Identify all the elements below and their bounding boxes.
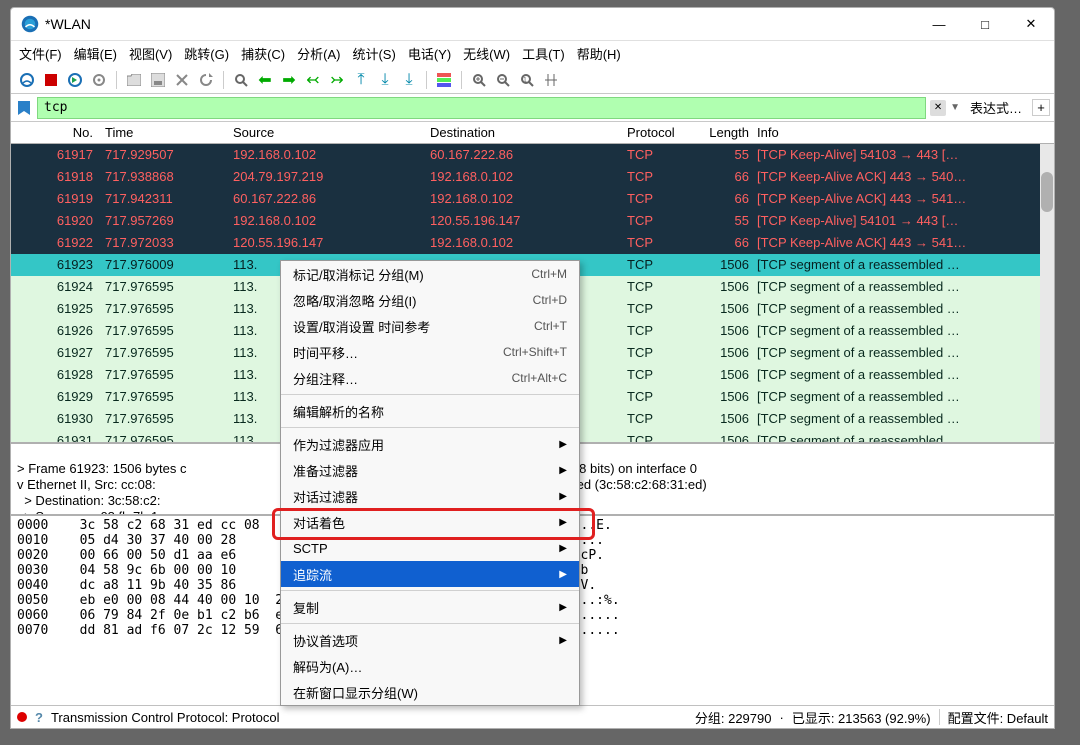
restart-capture-icon[interactable] (65, 70, 85, 90)
filter-clear-icon[interactable]: ✕ (930, 100, 946, 116)
status-left: Transmission Control Protocol: Protocol (51, 710, 687, 725)
go-prev-icon[interactable]: ⬅ (255, 70, 275, 90)
context-menu-item[interactable]: 编辑解析的名称 (281, 398, 579, 424)
zoom-in-icon[interactable] (469, 70, 489, 90)
auto-scroll-icon[interactable]: ⤓ (399, 70, 419, 90)
context-menu-item[interactable]: 追踪流▶ (281, 561, 579, 587)
colorize-icon[interactable] (434, 70, 454, 90)
col-source[interactable]: Source (229, 125, 426, 140)
context-menu-item[interactable]: 忽略/取消忽略 分组(I)Ctrl+D (281, 287, 579, 313)
packet-row[interactable]: 61917717.929507192.168.0.10260.167.222.8… (11, 144, 1054, 166)
expression-button[interactable]: 表达式… (964, 98, 1028, 117)
packet-row[interactable]: 61922717.972033120.55.196.147192.168.0.1… (11, 232, 1054, 254)
col-destination[interactable]: Destination (426, 125, 623, 140)
open-file-icon[interactable] (124, 70, 144, 90)
menu-item[interactable]: 无线(W) (463, 44, 510, 63)
col-info[interactable]: Info (753, 125, 1054, 140)
go-next-in-conv-icon[interactable]: ↣ (327, 70, 347, 90)
display-filter-input[interactable] (37, 97, 926, 119)
status-displayed: 已显示: 213563 (92.9%) (792, 708, 931, 727)
stop-capture-icon[interactable] (41, 70, 61, 90)
add-filter-button[interactable]: + (1032, 99, 1050, 116)
context-menu-item[interactable]: 解码为(A)… (281, 653, 579, 679)
context-menu-item[interactable]: 标记/取消标记 分组(M)Ctrl+M (281, 261, 579, 287)
packet-scrollbar[interactable] (1040, 144, 1054, 442)
maximize-button[interactable]: □ (962, 8, 1008, 40)
resize-columns-icon[interactable] (541, 70, 561, 90)
reload-icon[interactable] (196, 70, 216, 90)
context-menu-item[interactable]: 协议首选项▶ (281, 627, 579, 653)
filter-dropdown-icon[interactable]: ▼ (950, 102, 960, 113)
save-file-icon[interactable] (148, 70, 168, 90)
start-capture-icon[interactable] (17, 70, 37, 90)
zoom-out-icon[interactable] (493, 70, 513, 90)
col-time[interactable]: Time (101, 125, 229, 140)
menu-item[interactable]: 工具(T) (522, 44, 565, 63)
filter-bar: ✕ ▼ 表达式… + (11, 94, 1054, 122)
packet-list-header: No. Time Source Destination Protocol Len… (11, 122, 1054, 144)
packet-row[interactable]: 61918717.938868204.79.197.219192.168.0.1… (11, 166, 1054, 188)
context-menu-item[interactable]: 作为过滤器应用▶ (281, 431, 579, 457)
find-packet-icon[interactable] (231, 70, 251, 90)
context-menu-item[interactable]: 时间平移…Ctrl+Shift+T (281, 339, 579, 365)
col-protocol[interactable]: Protocol (623, 125, 698, 140)
minimize-button[interactable]: — (916, 8, 962, 40)
zoom-reset-icon[interactable]: 1 (517, 70, 537, 90)
context-menu-item[interactable]: 分组注释…Ctrl+Alt+C (281, 365, 579, 391)
context-menu-item[interactable]: 复制▶ (281, 594, 579, 620)
menu-item[interactable]: 文件(F) (19, 44, 62, 63)
svg-text:1: 1 (523, 77, 527, 84)
packet-row[interactable]: 61920717.957269192.168.0.102120.55.196.1… (11, 210, 1054, 232)
close-file-icon[interactable] (172, 70, 192, 90)
wireshark-logo (21, 15, 39, 33)
context-menu-item[interactable]: 在新窗口显示分组(W) (281, 679, 579, 705)
context-menu-item[interactable]: 对话着色▶ (281, 509, 579, 535)
status-profile[interactable]: 配置文件: Default (948, 708, 1048, 727)
go-first-icon[interactable]: ⤒ (351, 70, 371, 90)
go-prev-in-conv-icon[interactable]: ↢ (303, 70, 323, 90)
go-last-icon[interactable]: ⤓ (375, 70, 395, 90)
packet-row[interactable]: 61919717.94231160.167.222.86192.168.0.10… (11, 188, 1054, 210)
go-next-icon[interactable]: ➡ (279, 70, 299, 90)
menu-item[interactable]: 跳转(G) (184, 44, 229, 63)
context-menu-item[interactable]: 准备过滤器▶ (281, 457, 579, 483)
help-icon[interactable]: ? (35, 710, 43, 725)
status-packets: 分组: 229790 (695, 708, 772, 727)
close-button[interactable]: ✕ (1008, 8, 1054, 40)
capture-options-icon[interactable] (89, 70, 109, 90)
menu-item[interactable]: 捕获(C) (241, 44, 285, 63)
menu-item[interactable]: 分析(A) (297, 44, 340, 63)
menu-item[interactable]: 统计(S) (352, 44, 395, 63)
menubar: 文件(F) 编辑(E) 视图(V) 跳转(G) 捕获(C) 分析(A) 统计(S) 电话(Y)… (11, 41, 1054, 66)
context-menu-item[interactable]: 对话过滤器▶ (281, 483, 579, 509)
main-toolbar: ⬅ ➡ ↢ ↣ ⤒ ⤓ ⤓ 1 (11, 66, 1054, 94)
context-menu-item[interactable]: 设置/取消设置 时间参考Ctrl+T (281, 313, 579, 339)
context-menu-item[interactable]: SCTP▶ (281, 535, 579, 561)
menu-item[interactable]: 编辑(E) (74, 44, 117, 63)
expert-info-icon[interactable] (17, 712, 27, 722)
status-bar: ? Transmission Control Protocol: Protoco… (11, 705, 1054, 728)
col-length[interactable]: Length (698, 125, 753, 140)
filter-bookmark-icon[interactable] (15, 99, 33, 117)
col-no[interactable]: No. (11, 125, 101, 140)
window-title: *WLAN (45, 16, 916, 32)
menu-item[interactable]: 电话(Y) (408, 44, 451, 63)
titlebar: *WLAN — □ ✕ (11, 8, 1054, 41)
packet-context-menu: 标记/取消标记 分组(M)Ctrl+M忽略/取消忽略 分组(I)Ctrl+D设置… (280, 260, 580, 706)
menu-item[interactable]: 视图(V) (129, 44, 172, 63)
menu-item[interactable]: 帮助(H) (577, 44, 621, 63)
